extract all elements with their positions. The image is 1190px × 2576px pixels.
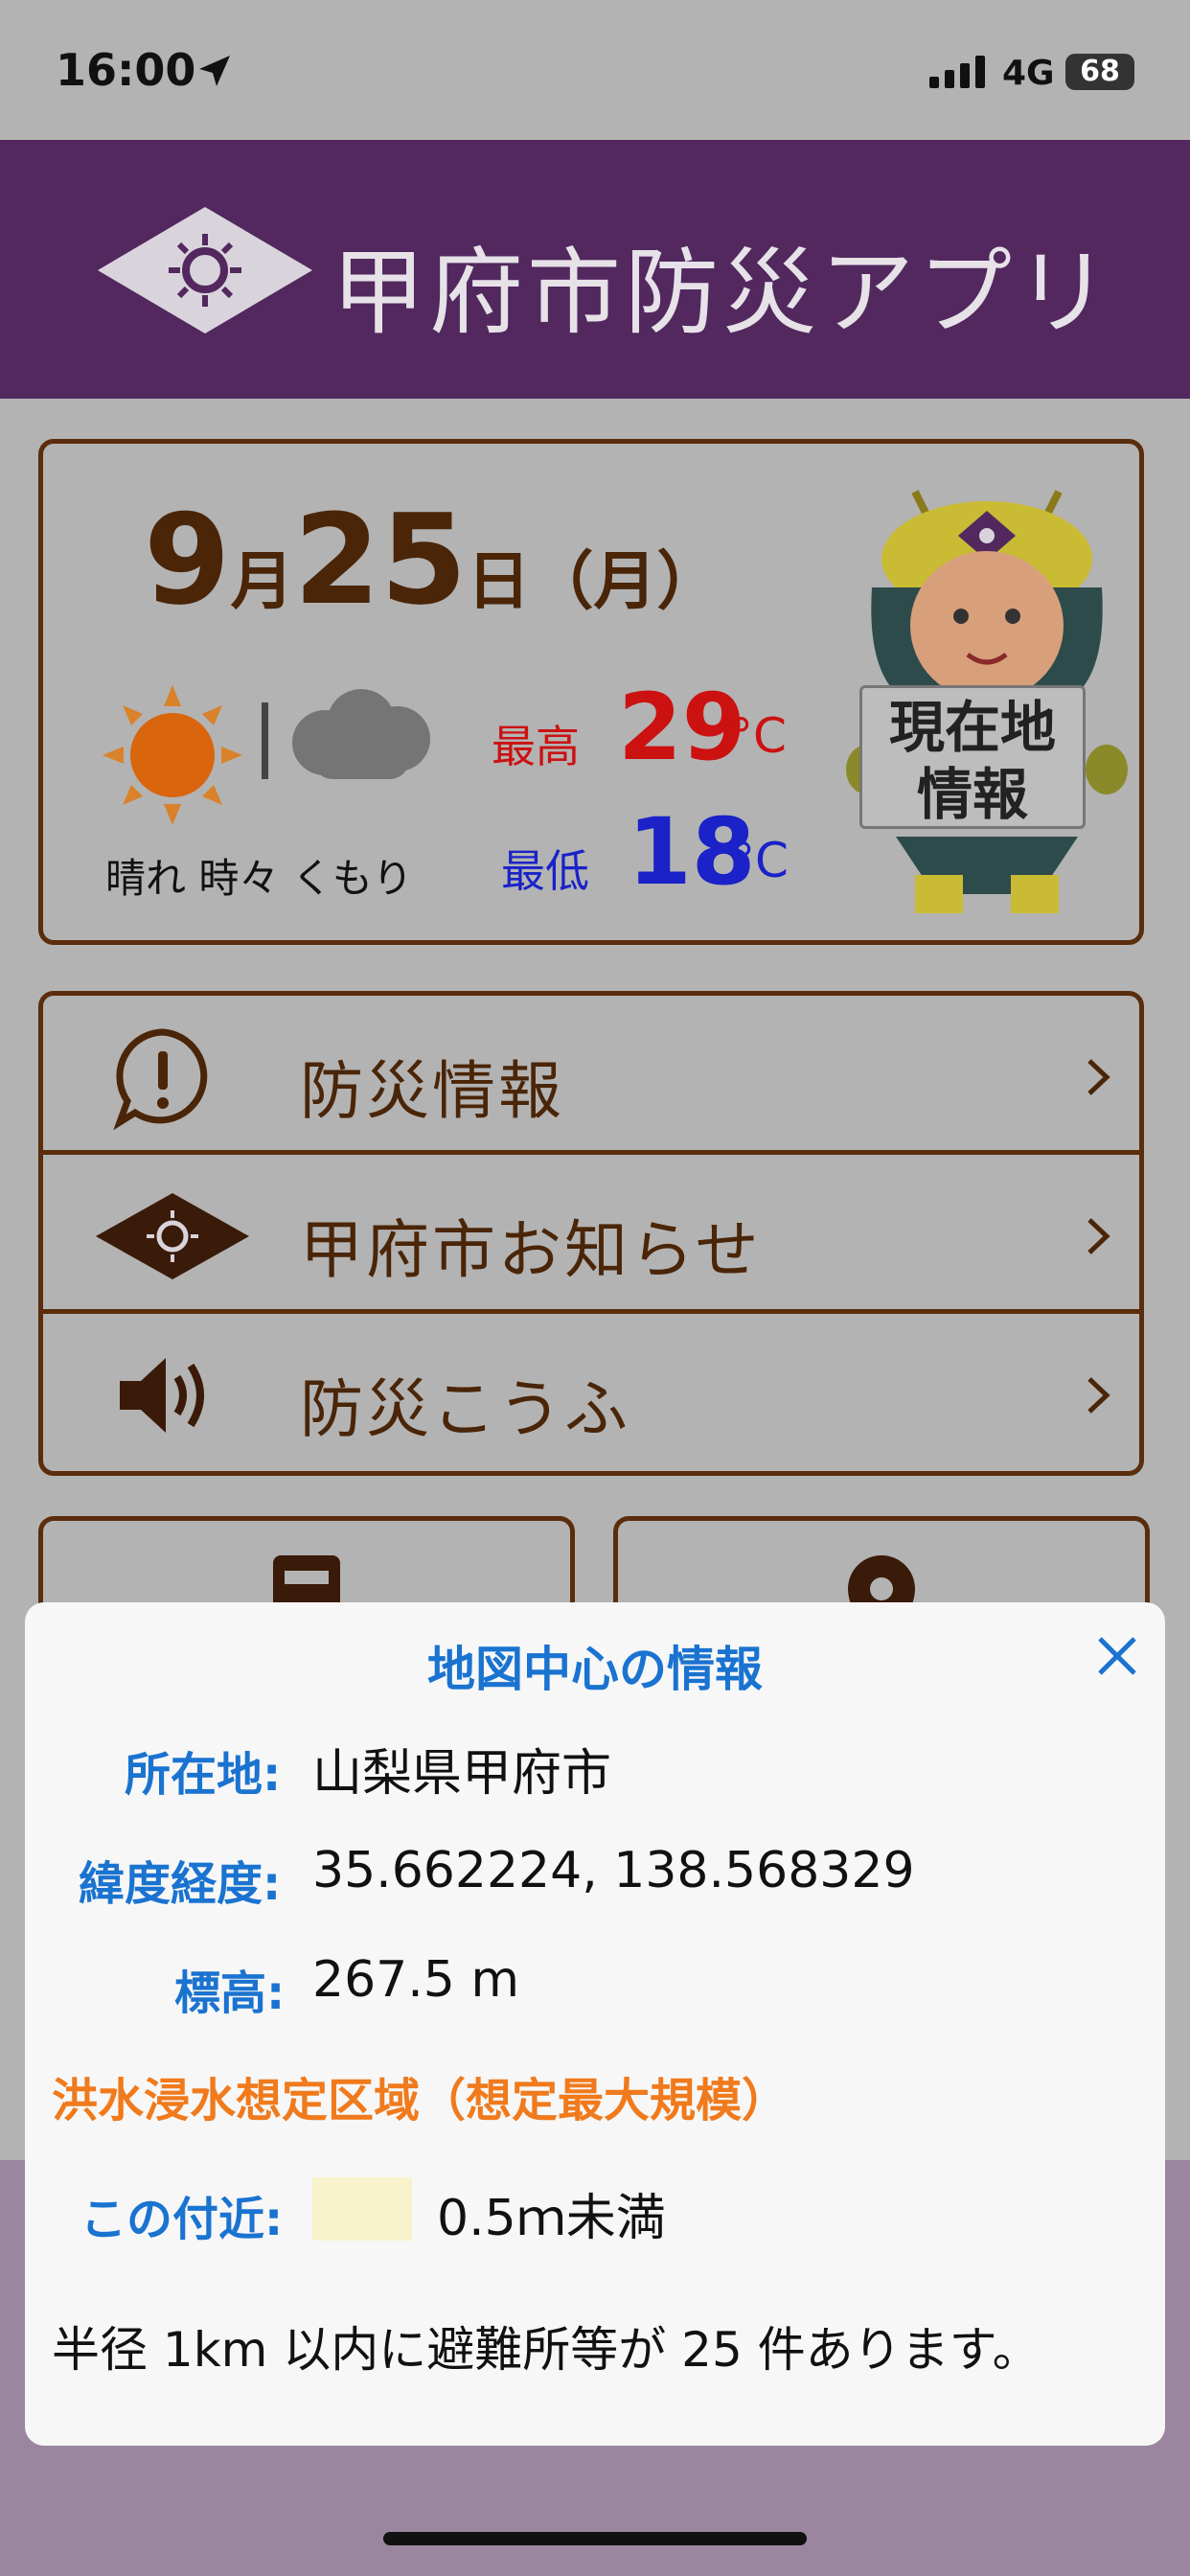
signal-icon (929, 56, 985, 88)
date-weekday: （月） (530, 544, 721, 618)
date-day: 25 (293, 487, 468, 632)
weather-description: 晴れ 時々 くもり (105, 855, 413, 902)
high-temp-label: 最高 (492, 721, 580, 772)
nearby-value: 0.5ｍ未満 (437, 2190, 666, 2247)
address-value: 山梨県甲府市 (312, 1745, 612, 1803)
date-day-unit: 日 (467, 544, 531, 618)
home-indicator[interactable] (383, 2532, 807, 2545)
date-display: 9月25日（月） (144, 487, 720, 632)
menu-item-city-news[interactable]: 甲府市お知らせ (43, 1155, 1139, 1314)
coords-value: 35.662224, 138.568329 (312, 1842, 915, 1899)
nearby-label: この付近: (80, 2193, 284, 2246)
alert-bubble-icon (113, 1028, 208, 1130)
chevron-right-icon (1087, 1377, 1110, 1414)
battery-icon: 68 (1065, 54, 1134, 90)
main-menu: 防災情報 甲府市お知らせ 防災こうふ (38, 991, 1144, 1476)
current-location-line2: 情報 (916, 762, 1028, 827)
app-header: 甲府市防災アプリ (0, 140, 1190, 399)
shelter-summary: 半径 1km 以内に避難所等が 25 件あります。 (52, 2322, 1041, 2378)
menu-item-label: 防災情報 (300, 1054, 564, 1128)
current-location-button[interactable]: 現在地 情報 (859, 685, 1086, 829)
date-month-unit: 月 (230, 544, 294, 618)
status-time: 16:00 (56, 44, 196, 96)
network-type: 4G (1002, 54, 1055, 93)
app-title: 甲府市防災アプリ (332, 239, 1114, 348)
weather-card: 9月25日（月） 晴れ 時々 くもり 最高 29 °C 最低 18 °C 現在地… (38, 439, 1144, 945)
menu-item-label: 甲府市お知らせ (300, 1213, 762, 1287)
low-temp-unit: °C (731, 833, 789, 888)
low-temp-label: 最低 (501, 845, 589, 897)
address-label: 所在地: (125, 1748, 282, 1802)
sun-icon (103, 685, 242, 825)
high-temp-unit: °C (729, 708, 787, 764)
location-arrow-icon (199, 56, 230, 86)
elevation-label: 標高: (174, 1966, 286, 2020)
high-temp-value: 29 (618, 674, 746, 781)
current-location-line1: 現在地 (888, 695, 1056, 760)
elevation-value: 267.5 m (312, 1951, 520, 2009)
map-center-info-popup: 地図中心の情報 所在地: 山梨県甲府市 緯度経度: 35.662224, 138… (25, 1602, 1165, 2446)
date-month: 9 (144, 487, 231, 632)
menu-item-label: 防災こうふ (300, 1372, 630, 1446)
close-icon[interactable] (1090, 1629, 1144, 1683)
menu-item-bousai-kofu[interactable]: 防災こうふ (43, 1314, 1139, 1471)
chevron-right-icon (1087, 1218, 1110, 1254)
city-emblem-icon (98, 207, 312, 334)
popup-title: 地図中心の情報 (427, 1642, 763, 1697)
status-bar: 16:00 4G 68 (0, 0, 1190, 140)
cloud-icon (292, 689, 430, 779)
flood-zone-heading: 洪水浸水想定区域（想定最大規模） (52, 2074, 789, 2128)
chevron-right-icon (1087, 1059, 1110, 1095)
coords-label: 緯度経度: (79, 1857, 282, 1911)
flood-depth-swatch (312, 2177, 412, 2241)
city-emblem-icon (96, 1193, 249, 1279)
weather-divider (262, 702, 268, 779)
menu-item-disaster-info[interactable]: 防災情報 (43, 996, 1139, 1155)
speaker-icon (120, 1358, 204, 1433)
